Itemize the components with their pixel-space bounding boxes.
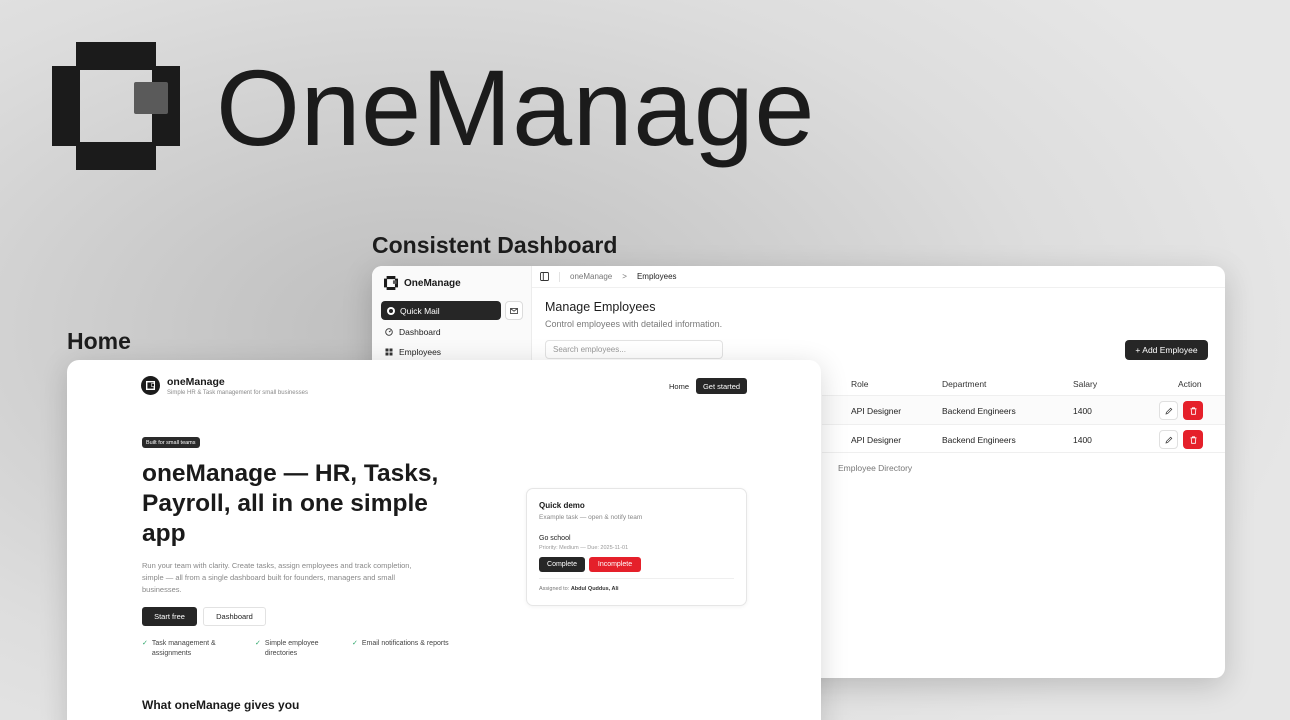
feature-item: ✓ Simple employee directories xyxy=(255,639,345,659)
trash-icon xyxy=(1190,435,1196,444)
cell-role: API Designer xyxy=(851,406,902,416)
sidebar-toggle-icon[interactable] xyxy=(540,272,549,281)
pencil-icon xyxy=(1165,407,1172,414)
cell-department: Backend Engineers xyxy=(942,435,1016,445)
cell-department: Backend Engineers xyxy=(942,406,1016,416)
check-icon: ✓ xyxy=(352,640,358,647)
edit-button[interactable] xyxy=(1159,430,1178,449)
sidebar-item-label: Employees xyxy=(399,347,442,357)
column-header-action: Action xyxy=(1178,379,1202,389)
quick-demo-card: Quick demo Example task — open & notify … xyxy=(526,488,747,606)
table-caption: Employee Directory xyxy=(838,463,913,473)
home-window: oneManage Simple HR & Task management fo… xyxy=(67,360,821,720)
feature-label: Email notifications & reports xyxy=(361,640,449,647)
page-title: Manage Employees xyxy=(545,300,656,314)
gauge-icon xyxy=(385,328,393,336)
onemanage-logo-small xyxy=(384,276,398,290)
quick-mail-label: Quick Mail xyxy=(400,305,440,316)
demo-subtitle: Example task — open & notify team xyxy=(539,514,643,521)
breadcrumb-separator: > xyxy=(622,272,627,281)
demo-task-name: Go school xyxy=(539,535,571,542)
check-icon: ✓ xyxy=(255,640,261,647)
home-brand-name: oneManage xyxy=(167,376,225,388)
brand-name: OneManage xyxy=(216,47,815,168)
feature-label: Simple employee directories xyxy=(264,640,319,657)
cell-role: API Designer xyxy=(851,435,902,445)
grid-icon xyxy=(385,348,393,356)
plus-circle-icon xyxy=(387,306,395,315)
sidebar-item-employees[interactable]: Employees xyxy=(385,347,441,357)
cell-salary: 1400 xyxy=(1073,435,1092,445)
onemanage-logo-round[interactable] xyxy=(141,376,160,395)
mail-icon xyxy=(510,307,518,314)
cell-salary: 1400 xyxy=(1073,406,1092,416)
breadcrumb-current: Employees xyxy=(636,272,677,281)
sidebar-item-dashboard[interactable]: Dashboard xyxy=(385,327,441,337)
add-employee-button[interactable]: + Add Employee xyxy=(1125,340,1208,360)
column-header-department: Department xyxy=(942,379,987,389)
sidebar-brand[interactable]: OneManage xyxy=(384,276,461,290)
feature-item: ✓ Task management & assignments xyxy=(142,639,242,659)
sidebar-brand-name: OneManage xyxy=(404,277,461,289)
feature-label: Task management & assignments xyxy=(151,640,216,657)
table-row: API Designer Backend Engineers 1400 xyxy=(822,395,1225,424)
home-tagline: Simple HR & Task management for small bu… xyxy=(167,390,308,396)
get-started-button[interactable]: Get started xyxy=(696,378,747,394)
check-icon: ✓ xyxy=(142,640,148,647)
start-free-button[interactable]: Start free xyxy=(142,607,197,626)
section-title: What oneManage gives you xyxy=(142,698,300,712)
home-section-label: Home xyxy=(67,328,131,354)
demo-title: Quick demo xyxy=(539,501,585,510)
incomplete-button[interactable]: Incomplete xyxy=(589,557,641,572)
dashboard-button[interactable]: Dashboard xyxy=(203,607,266,626)
breadcrumb-root[interactable]: oneManage xyxy=(570,272,612,281)
assigned-label: Assigned to: xyxy=(539,586,570,592)
nav-link-home[interactable]: Home xyxy=(669,382,689,391)
complete-button[interactable]: Complete xyxy=(539,557,585,572)
sidebar-item-label: Dashboard xyxy=(399,327,441,337)
column-header-salary: Salary xyxy=(1073,379,1098,389)
hero-description: Run your team with clarity. Create tasks… xyxy=(142,561,412,594)
topbar-divider xyxy=(559,271,560,282)
column-header-role: Role xyxy=(851,379,869,389)
demo-assigned: Assigned to: Abdul Quddus, Ali xyxy=(539,586,619,592)
delete-button[interactable] xyxy=(1183,430,1203,449)
assigned-names: Abdul Quddus, Ali xyxy=(570,586,619,592)
search-input[interactable]: Search employees... xyxy=(545,340,723,359)
page-subtitle: Control employees with detailed informat… xyxy=(545,319,723,329)
quick-mail-button[interactable]: Quick Mail xyxy=(381,301,501,320)
dashboard-section-label: Consistent Dashboard xyxy=(372,232,618,258)
table-row: API Designer Backend Engineers 1400 xyxy=(822,424,1225,453)
divider xyxy=(539,578,734,579)
trash-icon xyxy=(1190,406,1196,415)
delete-button[interactable] xyxy=(1183,401,1203,420)
mail-button[interactable] xyxy=(505,301,523,320)
feature-item: ✓ Email notifications & reports xyxy=(352,639,452,649)
demo-task-meta: Priority: Medium — Due: 2025-11-01 xyxy=(539,545,629,551)
edit-button[interactable] xyxy=(1159,401,1178,420)
status-badge: Built for small teams xyxy=(142,437,200,448)
onemanage-logo xyxy=(52,42,180,170)
topbar: oneManage > Employees xyxy=(532,266,1225,288)
pencil-icon xyxy=(1165,436,1172,443)
hero-headline: oneManage — HR, Tasks, Payroll, all in o… xyxy=(142,460,439,547)
